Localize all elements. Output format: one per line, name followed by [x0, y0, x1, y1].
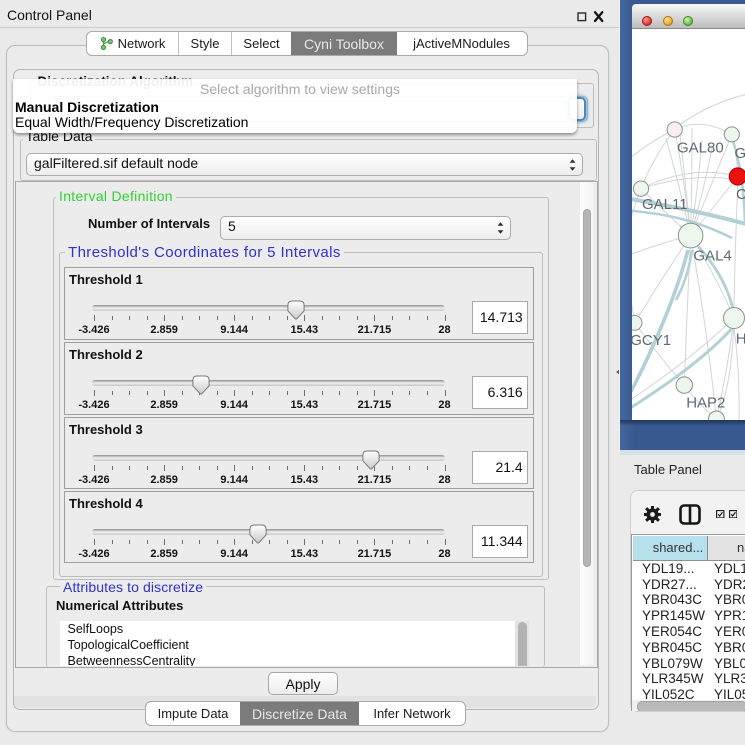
svg-text:CDC1: CDC1: [736, 186, 745, 203]
svg-text:GAL11: GAL11: [642, 196, 688, 213]
svg-text:GCY1: GCY1: [632, 332, 671, 349]
svg-text:HAP2: HAP2: [686, 395, 725, 412]
svg-text:GAL4: GAL4: [693, 248, 731, 265]
svg-text:GAL80: GAL80: [677, 140, 724, 157]
svg-text:GAL2: GAL2: [735, 145, 745, 162]
svg-text:HIS7: HIS7: [736, 331, 745, 348]
